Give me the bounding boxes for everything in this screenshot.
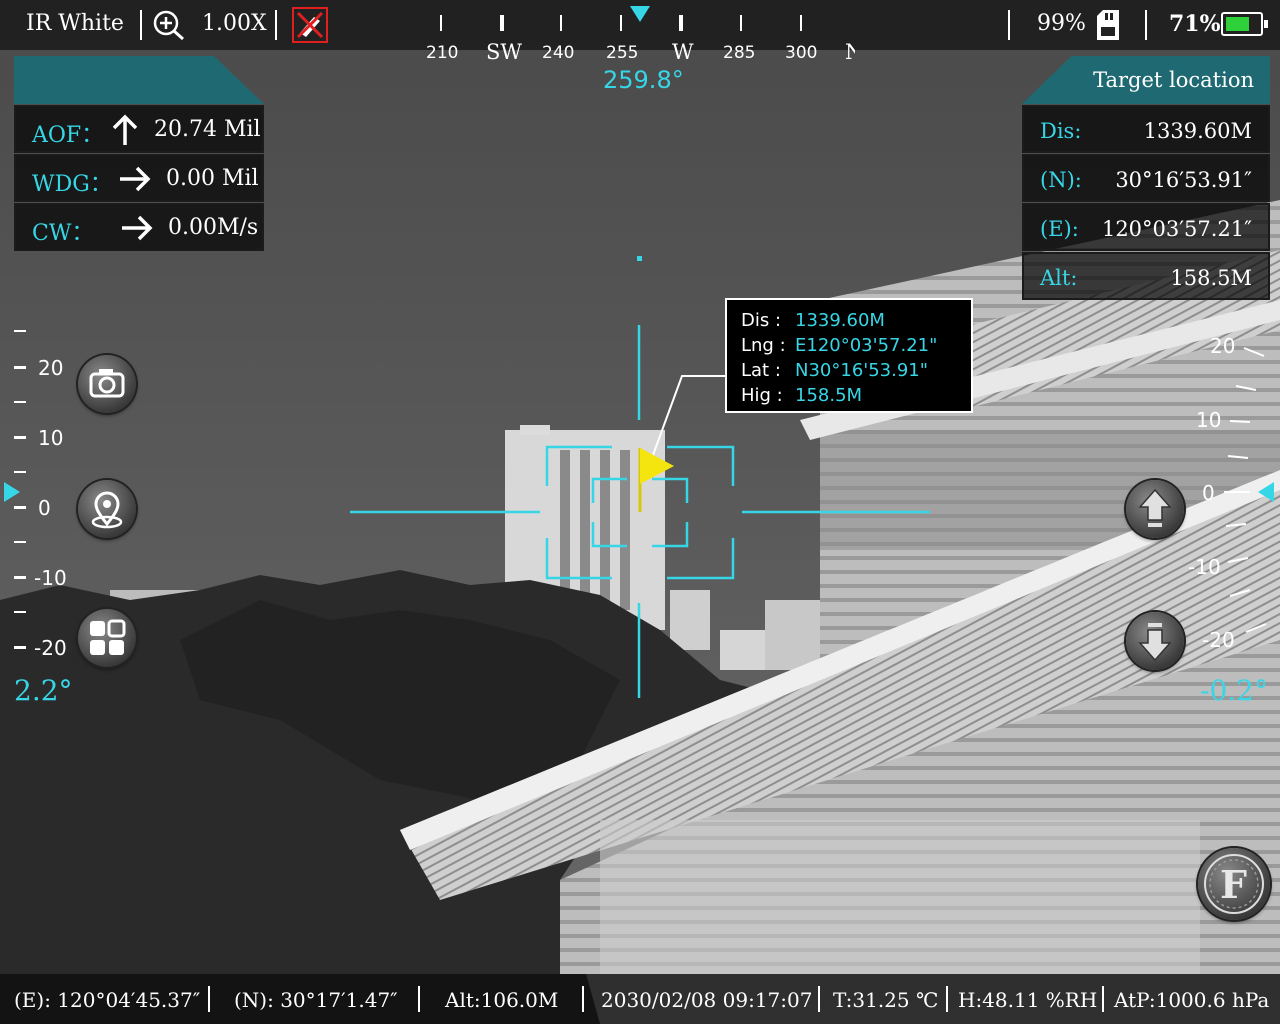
app-grid-button[interactable] [78,609,136,667]
location-pin-icon [91,491,123,529]
scale-label: 0 [38,496,51,520]
elevation-down-button[interactable] [1126,612,1184,670]
left-elevation-angle: 2.2° [14,674,73,707]
scale-label: -20 [34,636,67,660]
arrow-down-button-icon [1138,623,1172,662]
elevation-up-button[interactable] [1126,480,1184,538]
humidity: H:48.11 %RH [958,988,1098,1012]
left-elevation-scale: 20 10 0 -10 -20 [0,320,80,680]
left-scale-pointer-icon [4,482,20,502]
scale-label: 10 [38,426,64,450]
focus-label: F [1220,862,1247,907]
camera-button[interactable] [78,355,136,413]
temperature: T:31.25 ℃ [833,988,939,1012]
popup-dis-value: 1339.60M [795,310,885,331]
right-scale-pointer-icon [1258,482,1274,502]
scale-label: 20 [38,356,64,380]
target-info-popup: Dis : 1339.60M Lng : E120°03'57.21" Lat : N… [725,298,973,413]
popup-hig-label: Hig : [741,385,783,406]
device-north-coord: (N): 30°17′1.47″ [234,988,398,1012]
right-elevation-scale: 20 10 0 -10 -20 [1180,330,1280,670]
right-elevation-angle: -0.2° [1200,674,1268,707]
bottom-status-bar: (E): 120°04′45.37″ (N): 30°17′1.47″ Alt:… [0,974,1280,1024]
scale-label: -10 [34,566,67,590]
date-time: 2030/02/08 09:17:07 [601,988,813,1012]
popup-hig-value: 158.5M [795,385,863,406]
location-button[interactable] [78,480,136,538]
app-grid-icon [90,619,126,655]
device-east-coord: (E): 120°04′45.37″ [14,988,201,1012]
arrow-up-button-icon [1138,488,1172,527]
reticle [350,256,930,698]
device-altitude: Alt:106.0M [445,988,559,1012]
popup-dis-label: Dis : [741,310,782,331]
camera-icon [89,369,125,398]
popup-lat-value: N30°16'53.91" [795,360,929,381]
popup-lng-value: E120°03'57.21" [795,335,938,356]
air-pressure: AtP:1000.6 hPa [1114,988,1270,1012]
focus-button[interactable]: F [1198,848,1270,920]
popup-lat-label: Lat : [741,360,781,381]
popup-lng-label: Lng : [741,335,786,356]
